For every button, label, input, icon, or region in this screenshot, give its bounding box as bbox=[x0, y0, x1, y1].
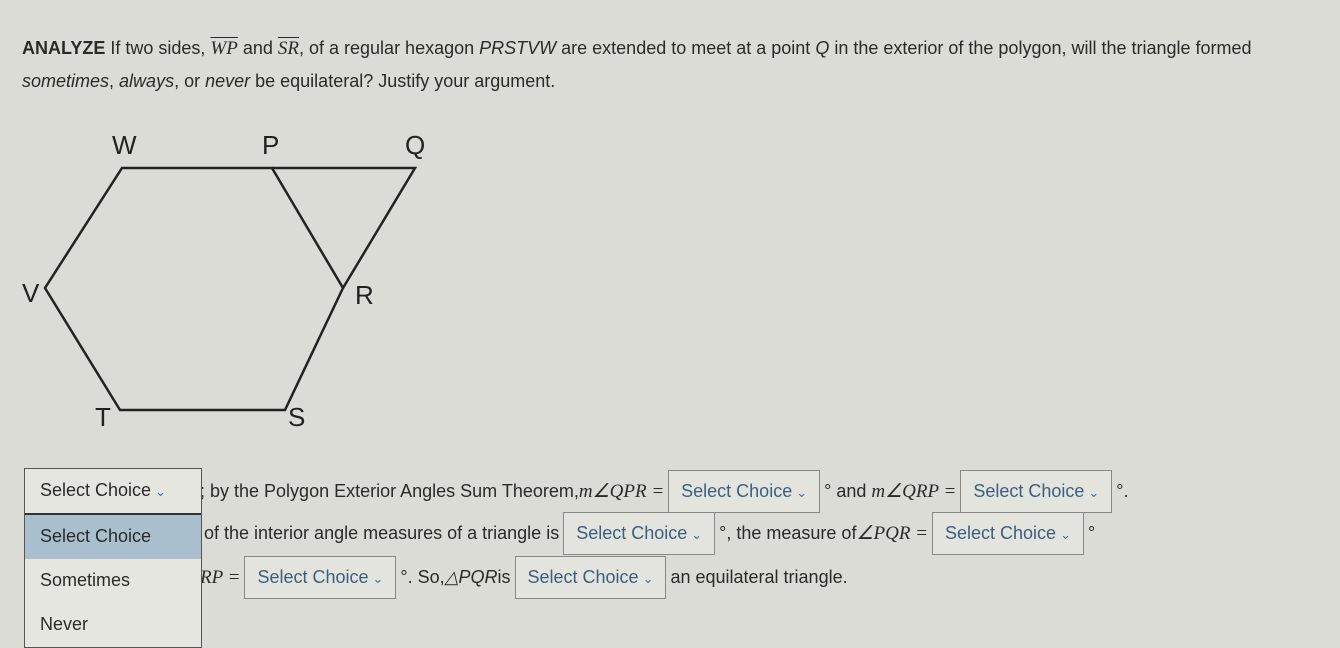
select-qpr[interactable]: Select Choice ⌄ bbox=[668, 470, 821, 513]
answer-row-2: of the interior angle measures of a tria… bbox=[204, 512, 1095, 555]
dropdown-option[interactable]: Sometimes bbox=[25, 559, 201, 603]
chevron-down-icon: ⌄ bbox=[1088, 485, 1100, 500]
chevron-down-icon: ⌄ bbox=[155, 484, 166, 499]
chevron-down-icon: ⌄ bbox=[1060, 527, 1071, 542]
label-v: V bbox=[22, 278, 40, 308]
dropdown-option[interactable]: Never bbox=[25, 603, 201, 647]
select-pqr[interactable]: Select Choice ⌄ bbox=[932, 512, 1084, 555]
chevron-down-icon: ⌄ bbox=[691, 527, 703, 542]
select-equilateral[interactable]: Select Choice ⌄ bbox=[514, 556, 667, 599]
label-s: S bbox=[288, 402, 305, 432]
label-p: P bbox=[262, 130, 279, 160]
label-w: W bbox=[112, 130, 137, 160]
triangle-extension bbox=[272, 166, 418, 289]
dropdown-current[interactable]: Select Choice ⌄ bbox=[25, 469, 201, 515]
answer-row-1: ; by the Polygon Exterior Angles Sum The… bbox=[200, 470, 1128, 513]
hexagon bbox=[43, 166, 345, 412]
select-rp[interactable]: Select Choice ⌄ bbox=[244, 556, 397, 599]
hexagon-figure: W P Q V R T S bbox=[22, 130, 425, 432]
dropdown-option[interactable]: Select Choice bbox=[25, 515, 201, 559]
question-text: ANALYZE If two sides, WP and SR, of a re… bbox=[22, 38, 1252, 91]
chevron-down-icon: ⌄ bbox=[796, 485, 808, 500]
chevron-down-icon: ⌄ bbox=[642, 571, 654, 586]
select-qrp[interactable]: Select Choice ⌄ bbox=[960, 470, 1113, 513]
select-sum[interactable]: Select Choice ⌄ bbox=[563, 512, 716, 555]
label-t: T bbox=[95, 402, 111, 432]
label-q: Q bbox=[405, 130, 425, 160]
chevron-down-icon: ⌄ bbox=[372, 571, 384, 586]
open-dropdown[interactable]: Select Choice ⌄ Select Choice Sometimes N… bbox=[24, 468, 202, 648]
answer-row-3: RP = Select Choice ⌄ °. So, △PQR is Selec… bbox=[200, 556, 848, 599]
label-r: R bbox=[355, 280, 374, 310]
